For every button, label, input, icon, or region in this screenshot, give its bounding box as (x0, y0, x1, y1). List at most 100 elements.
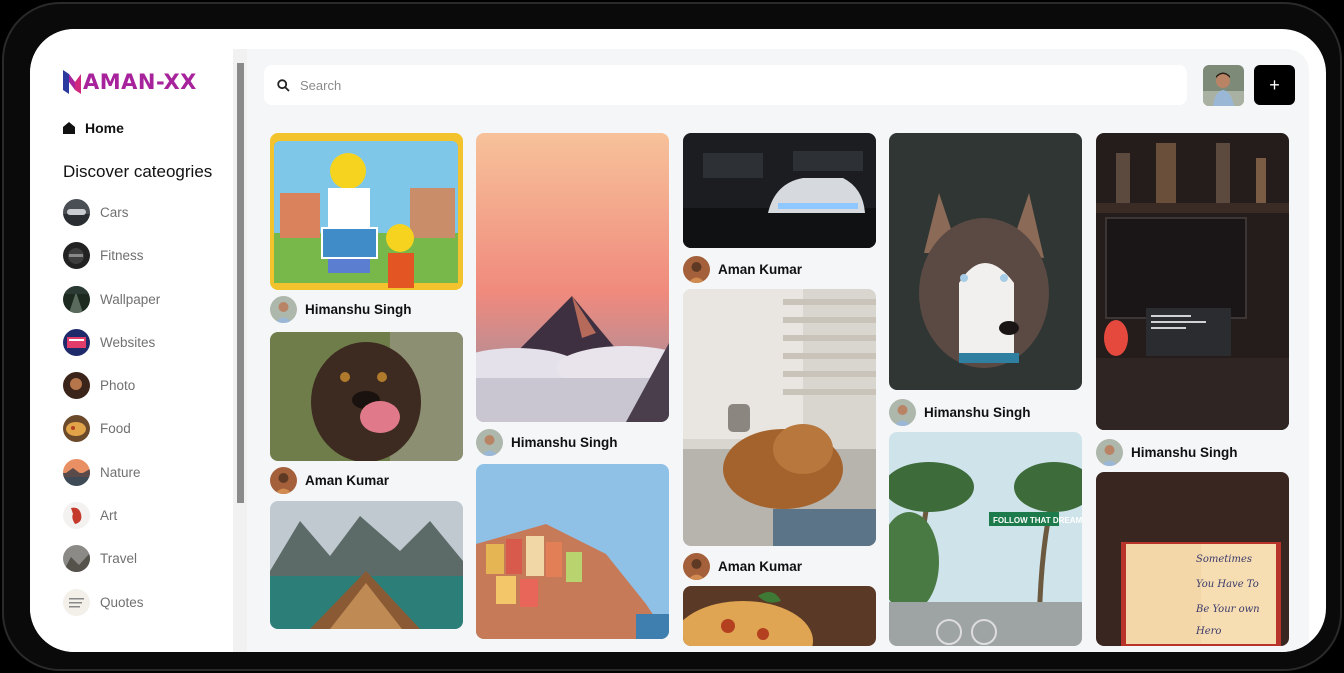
street-sign-text: FOLLOW THAT DREAM (993, 516, 1082, 525)
sidebar: AMAN-XX Home Discover cateogries Cars Fi… (30, 29, 242, 652)
category-label: Nature (100, 464, 141, 480)
profile-photo (1203, 65, 1244, 106)
pin-image-mountain (476, 133, 669, 422)
author-avatar (270, 467, 297, 494)
pin-card[interactable] (476, 464, 669, 639)
nav-home-label: Home (85, 120, 124, 136)
categories-heading: Discover cateogries (63, 162, 213, 181)
nav-home[interactable]: Home (63, 118, 233, 138)
author-avatar (270, 296, 297, 323)
pin-card[interactable] (270, 332, 463, 461)
category-label: Travel (100, 551, 138, 567)
category-label: Fitness (100, 248, 144, 264)
pin-image-simpsons (270, 133, 463, 290)
author-name: Himanshu Singh (1131, 445, 1238, 460)
category-item-cars[interactable]: Cars (63, 199, 160, 226)
search-bar[interactable] (264, 65, 1187, 105)
pin-image-pizza (683, 586, 876, 646)
author-avatar (1096, 439, 1123, 466)
profile-avatar-button[interactable] (1203, 65, 1244, 106)
main-feed: + Himans (247, 49, 1309, 652)
search-icon (277, 78, 290, 92)
category-avatar (63, 502, 90, 530)
category-item-fitness[interactable]: Fitness (63, 242, 160, 270)
pin-card[interactable] (683, 586, 876, 646)
author-name: Aman Kumar (305, 473, 390, 488)
search-input[interactable] (300, 77, 1120, 93)
author-name: Himanshu Singh (305, 302, 412, 317)
category-avatar (63, 199, 90, 226)
pin-author[interactable]: Himanshu Singh (889, 399, 1031, 426)
pin-image-cliff-town (476, 464, 669, 639)
author-name: Aman Kumar (718, 262, 803, 277)
pin-card[interactable] (270, 501, 463, 629)
category-list: Cars Fitness Wallpaper Websites Photo Fo… (63, 199, 160, 632)
pin-image-cat (683, 289, 876, 546)
notebook-line: You Have To (1196, 579, 1259, 590)
category-avatar (63, 415, 90, 443)
author-avatar (476, 429, 503, 456)
category-item-art[interactable]: Art (63, 502, 160, 530)
pin-image-husky (889, 133, 1082, 390)
category-label: Wallpaper (100, 291, 161, 307)
pin-image-dog (270, 332, 463, 461)
plus-icon: + (1269, 74, 1280, 95)
category-label: Quotes (100, 594, 144, 610)
category-avatar (63, 545, 90, 573)
category-label: Art (100, 508, 118, 524)
add-pin-button[interactable]: + (1254, 65, 1295, 105)
pin-author[interactable]: Aman Kumar (683, 553, 802, 580)
category-avatar (63, 328, 90, 356)
brand-name: AMAN-XX (83, 70, 197, 94)
category-label: Photo (100, 378, 136, 394)
device-frame: AMAN-XX Home Discover cateogries Cars Fi… (2, 2, 1342, 671)
pin-card[interactable] (476, 133, 669, 422)
pin-author[interactable]: Himanshu Singh (1096, 439, 1238, 466)
pin-card[interactable] (683, 133, 876, 248)
home-icon (63, 122, 75, 134)
pin-author[interactable]: Himanshu Singh (476, 429, 618, 456)
notebook-line: Be Your own (1195, 604, 1260, 615)
category-item-food[interactable]: Food (63, 415, 160, 443)
brand-logo[interactable]: AMAN-XX (63, 70, 197, 94)
category-label: Cars (100, 205, 129, 220)
category-item-websites[interactable]: Websites (63, 328, 160, 356)
author-avatar (683, 256, 710, 283)
category-item-wallpaper[interactable]: Wallpaper (63, 285, 161, 313)
pin-author[interactable]: Aman Kumar (683, 256, 802, 283)
pin-card[interactable] (889, 133, 1082, 390)
pin-card[interactable] (270, 133, 463, 290)
category-avatar (63, 372, 90, 400)
category-item-quotes[interactable]: Quotes (63, 588, 160, 616)
pin-image-lake (270, 501, 463, 629)
pin-image-desk (1096, 133, 1289, 430)
pin-card[interactable]: FOLLOW THAT DREAM (889, 432, 1082, 646)
category-label: Websites (100, 334, 156, 350)
pin-image-car (683, 133, 876, 248)
category-avatar (63, 285, 90, 313)
notebook-line: Hero (1195, 626, 1221, 637)
author-name: Aman Kumar (718, 559, 803, 574)
author-avatar (889, 399, 916, 426)
category-item-photo[interactable]: Photo (63, 372, 160, 400)
category-avatar (63, 588, 90, 616)
pin-card[interactable] (683, 289, 876, 546)
category-item-nature[interactable]: Nature (63, 458, 160, 486)
category-avatar (63, 458, 90, 486)
author-avatar (683, 553, 710, 580)
pin-card[interactable]: Sometimes You Have To Be Your own Hero (1096, 472, 1289, 646)
author-name: Himanshu Singh (924, 405, 1031, 420)
pin-image-palms: FOLLOW THAT DREAM (889, 432, 1082, 646)
category-label: Food (100, 421, 131, 437)
notebook-line: Sometimes (1196, 554, 1252, 565)
category-avatar (63, 242, 90, 270)
category-item-travel[interactable]: Travel (63, 545, 160, 573)
pin-image-notebook: Sometimes You Have To Be Your own Hero (1096, 472, 1289, 646)
sidebar-scrollbar-thumb[interactable] (237, 63, 244, 503)
pin-card[interactable] (1096, 133, 1289, 430)
author-name: Himanshu Singh (511, 435, 618, 450)
pin-author[interactable]: Himanshu Singh (270, 296, 412, 323)
logo-mark-icon (63, 70, 81, 94)
pin-author[interactable]: Aman Kumar (270, 467, 389, 494)
app-screen: AMAN-XX Home Discover cateogries Cars Fi… (30, 29, 1326, 652)
